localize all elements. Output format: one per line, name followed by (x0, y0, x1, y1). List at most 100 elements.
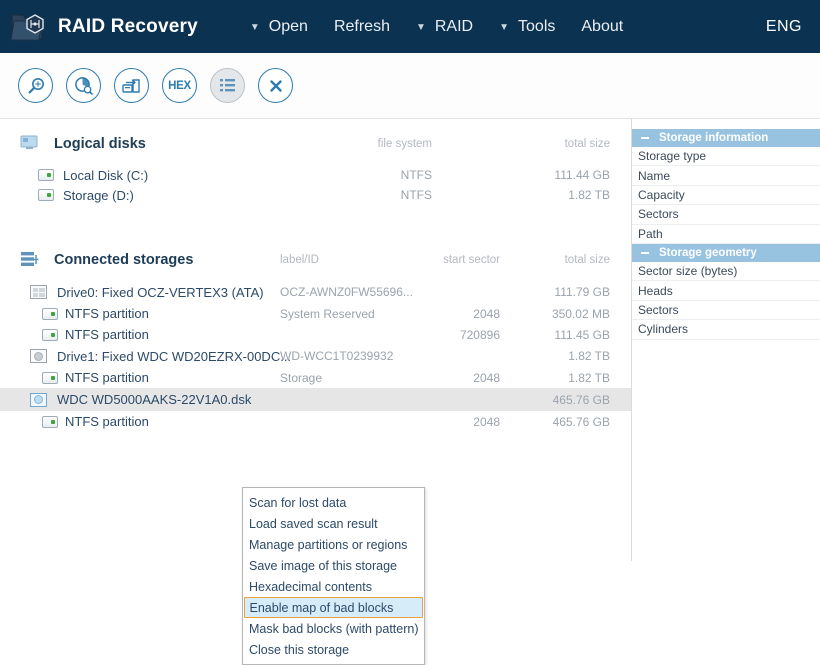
menu-item-tools[interactable]: ▼ Tools (499, 18, 555, 36)
property-row: Storage type (632, 147, 820, 167)
menu-item-refresh[interactable]: Refresh (334, 18, 390, 36)
close-icon (269, 79, 282, 92)
property-row: Path (632, 225, 820, 244)
minus-icon[interactable] (641, 251, 649, 254)
logical-disk-name: Storage (D:) (63, 187, 134, 203)
logical-disk-row[interactable]: Local Disk (C:) NTFS 111.44 GB (0, 165, 631, 185)
partition-icon (42, 307, 58, 320)
menu-item-about[interactable]: About (581, 18, 623, 36)
logical-disks-list: Local Disk (C:) NTFS 111.44 GB Storage (… (0, 165, 631, 205)
content-area: Logical disks file system total size Loc… (0, 119, 820, 665)
storage-total-size: 465.76 GB (552, 392, 610, 407)
context-menu-item-enable-map-of-bad-blocks[interactable]: Enable map of bad blocks (244, 597, 423, 618)
table-row[interactable]: NTFS partition System Reserved 2048 350.… (0, 303, 631, 324)
logical-disk-name: Local Disk (C:) (63, 167, 149, 183)
properties-sidebar: Storage information Storage type Name Ca… (632, 119, 820, 561)
storage-total-size: 111.45 GB (554, 327, 610, 342)
storage-stack-icon (20, 251, 42, 269)
menu-label-open: Open (268, 17, 308, 35)
context-menu-item-hexadecimal-contents[interactable]: Hexadecimal contents (243, 576, 424, 597)
chevron-down-icon: ▼ (415, 21, 426, 33)
property-row: Sectors (632, 205, 820, 225)
menu-label-refresh: Refresh (333, 17, 390, 35)
app-title: RAID Recovery (58, 15, 198, 37)
storage-name: Drive1: Fixed WDC WD20EZRX-00DC... (57, 348, 292, 364)
storage-total-size: 350.02 MB (551, 306, 610, 321)
table-row[interactable]: NTFS partition Storage 2048 1.82 TB (0, 367, 631, 388)
column-header-label-id: label/ID (280, 254, 319, 266)
storage-geometry-rows: Sector size (bytes) Heads Sectors Cylind… (632, 262, 820, 340)
logical-disks-section-header: Logical disks file system total size (0, 129, 631, 159)
context-menu-item-scan-for-lost-data[interactable]: Scan for lost data (243, 492, 424, 513)
connected-storages-list: Drive0: Fixed OCZ-VERTEX3 (ATA) OCZ-AWNZ… (0, 281, 631, 432)
list-icon (220, 79, 235, 92)
table-row[interactable]: Drive0: Fixed OCZ-VERTEX3 (ATA) OCZ-AWNZ… (0, 281, 631, 303)
menu-label-raid: RAID (434, 17, 474, 35)
column-header-total-size: total size (564, 138, 610, 150)
partition-icon (42, 328, 58, 341)
menu-item-open[interactable]: ▼ Open (250, 18, 308, 36)
storage-start-sector: 720896 (459, 327, 500, 342)
property-row: Sector size (bytes) (632, 262, 820, 282)
storage-geometry-title: Storage geometry (659, 246, 757, 259)
storage-name: NTFS partition (65, 414, 149, 429)
storage-name: NTFS partition (65, 370, 149, 385)
hdd-platter-icon (30, 349, 47, 363)
property-row: Sectors (632, 301, 820, 321)
storage-context-menu: Scan for lost data Load saved scan resul… (242, 487, 425, 665)
table-row-selected[interactable]: WDC WD5000AAKS-22V1A0.dsk 465.76 GB (0, 388, 631, 411)
logical-disks-title: Logical disks (54, 136, 146, 152)
storage-information-rows: Storage type Name Capacity Sectors Path (632, 147, 820, 244)
connected-storages-section-header: Connected storages label/ID start sector… (0, 245, 631, 275)
property-row: Capacity (632, 186, 820, 206)
context-menu-item-close-this-storage[interactable]: Close this storage (243, 639, 424, 660)
context-menu-item-load-saved-scan-result[interactable]: Load saved scan result (243, 513, 424, 534)
raid-recovery-window: RAID Recovery ▼ Open Refresh ▼ RAID ▼ To… (0, 0, 820, 665)
property-row: Heads (632, 281, 820, 301)
storage-name: Drive0: Fixed OCZ-VERTEX3 (ATA) (57, 284, 264, 300)
chevron-down-icon: ▼ (249, 21, 260, 33)
partition-icon (42, 371, 58, 384)
storage-label-id: System Reserved (280, 306, 375, 321)
hex-label: HEX (168, 79, 191, 92)
logical-disk-file-system: NTFS (400, 188, 432, 202)
close-storage-button[interactable] (258, 68, 293, 103)
storage-total-size: 465.76 GB (552, 414, 610, 429)
raid-folder-logo-icon (10, 13, 44, 40)
menu-label-about: About (581, 17, 624, 35)
table-row[interactable]: NTFS partition 720896 111.45 GB (0, 324, 631, 345)
storage-start-sector: 2048 (473, 306, 500, 321)
table-row[interactable]: NTFS partition 2048 465.76 GB (0, 411, 631, 432)
hexadecimal-contents-button[interactable]: HEX (162, 68, 197, 103)
magnifier-icon (27, 77, 44, 93)
context-menu-item-save-image-of-this-storage[interactable]: Save image of this storage (243, 555, 424, 576)
storage-start-sector: 2048 (473, 370, 500, 385)
minus-icon[interactable] (641, 137, 649, 139)
save-image-button[interactable] (114, 68, 149, 103)
context-menu-item-mask-bad-blocks[interactable]: Mask bad blocks (with pattern) (243, 618, 424, 639)
logical-disk-icon (38, 169, 54, 181)
property-row: Name (632, 166, 820, 186)
logical-disk-total-size: 1.82 TB (568, 188, 610, 202)
property-row: Cylinders (632, 320, 820, 340)
title-bar: RAID Recovery ▼ Open Refresh ▼ RAID ▼ To… (0, 0, 820, 53)
list-view-button[interactable] (210, 68, 245, 103)
storage-label-id: OCZ-AWNZ0FW55696... (280, 285, 413, 299)
scan-for-lost-data-button[interactable] (18, 68, 53, 103)
main-menu-bar: ▼ Open Refresh ▼ RAID ▼ Tools About (250, 18, 649, 36)
storage-information-header[interactable]: Storage information (632, 129, 820, 147)
storage-name: NTFS partition (65, 327, 149, 342)
language-selector[interactable]: ENG (766, 18, 802, 36)
context-menu-item-manage-partitions-or-regions[interactable]: Manage partitions or regions (243, 534, 424, 555)
app-logo (0, 0, 56, 53)
menu-item-raid[interactable]: ▼ RAID (416, 18, 473, 36)
column-header-start-sector: start sector (443, 254, 500, 266)
table-row[interactable]: Drive1: Fixed WDC WD20EZRX-00DC... WD-WC… (0, 345, 631, 367)
partition-icon (42, 415, 58, 428)
logical-disk-row[interactable]: Storage (D:) NTFS 1.82 TB (0, 185, 631, 205)
logical-disk-total-size: 111.44 GB (554, 168, 610, 182)
pie-disk-icon (75, 77, 93, 95)
storage-geometry-header[interactable]: Storage geometry (632, 243, 820, 262)
disk-analysis-button[interactable] (66, 68, 101, 103)
logical-disk-file-system: NTFS (400, 168, 432, 182)
